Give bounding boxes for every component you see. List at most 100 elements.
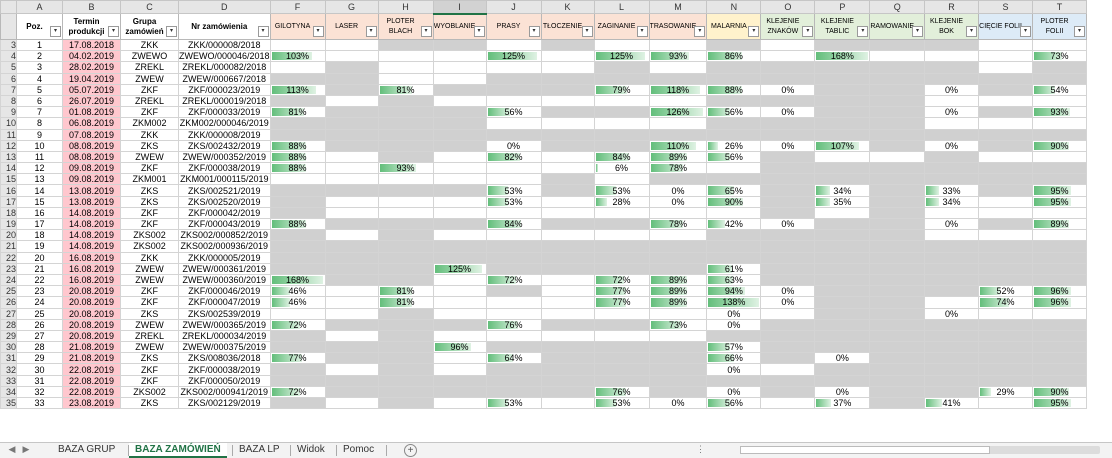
cell-K[interactable] <box>540 273 595 287</box>
cell-S[interactable] <box>978 61 1034 74</box>
column-letter-F[interactable]: F <box>269 0 326 14</box>
cell-J[interactable] <box>485 385 542 399</box>
cell-grupa[interactable]: ZKF <box>120 83 179 96</box>
cell-G[interactable] <box>324 229 379 242</box>
filter-dropdown-icon[interactable]: ▾ <box>581 26 593 37</box>
cell-N[interactable]: 42% <box>706 217 762 231</box>
cell-H[interactable] <box>377 128 434 141</box>
cell-N[interactable]: 56% <box>706 106 762 119</box>
cell-P[interactable] <box>814 251 871 264</box>
cell-G[interactable] <box>324 374 379 387</box>
cell-M[interactable]: 78% <box>648 217 708 231</box>
cell-I[interactable] <box>432 83 487 96</box>
cell-termin[interactable]: 06.08.2019 <box>62 117 121 130</box>
cell-poz[interactable]: 22 <box>16 273 63 287</box>
cell-S[interactable] <box>978 184 1034 197</box>
cell-N[interactable] <box>706 240 762 253</box>
cell-L[interactable] <box>593 240 650 253</box>
cell-J[interactable]: 76% <box>485 318 542 331</box>
cell-termin[interactable]: 09.08.2019 <box>62 173 121 186</box>
cell-G[interactable] <box>324 363 379 376</box>
row-number[interactable]: 15 <box>0 173 17 186</box>
cell-O[interactable] <box>760 273 816 287</box>
cell-N[interactable]: 63% <box>706 273 762 287</box>
filter-dropdown-icon[interactable]: ▾ <box>257 26 269 37</box>
row-number[interactable]: 4 <box>0 50 17 63</box>
cell-P[interactable] <box>814 307 871 320</box>
cell-T[interactable]: 90% <box>1032 385 1088 399</box>
cell-poz[interactable]: 19 <box>16 240 63 253</box>
cell-G[interactable] <box>324 162 379 175</box>
cell-O[interactable] <box>760 251 816 264</box>
cell-T[interactable] <box>1032 173 1088 186</box>
cell-I[interactable] <box>432 206 487 220</box>
cell-L[interactable] <box>593 117 650 130</box>
cell-Q[interactable] <box>869 385 926 399</box>
cell-M[interactable] <box>648 341 708 354</box>
cell-H[interactable] <box>377 229 434 242</box>
cell-R[interactable] <box>924 61 980 74</box>
tab-next-icon[interactable]: ▶ <box>20 444 32 455</box>
cell-M[interactable]: 89% <box>648 273 708 287</box>
cell-grupa[interactable]: ZKS <box>120 195 179 208</box>
cell-I[interactable] <box>432 106 487 119</box>
cell-P[interactable] <box>814 273 871 287</box>
cell-grupa[interactable]: ZKS <box>120 184 179 197</box>
cell-G[interactable] <box>324 94 379 108</box>
row-number[interactable]: 18 <box>0 206 17 220</box>
cell-G[interactable] <box>324 352 379 365</box>
cell-O[interactable]: 0% <box>760 139 816 152</box>
cell-J[interactable] <box>485 128 542 141</box>
cell-poz[interactable]: 28 <box>16 341 63 354</box>
cell-S[interactable] <box>978 94 1034 108</box>
cell-T[interactable]: 89% <box>1032 217 1088 231</box>
cell-J[interactable] <box>485 374 542 387</box>
filter-dropdown-icon[interactable]: ▾ <box>50 26 61 37</box>
cell-termin[interactable]: 16.08.2019 <box>62 273 121 287</box>
cell-Q[interactable] <box>869 184 926 197</box>
cell-R[interactable] <box>924 374 980 387</box>
cell-G[interactable] <box>324 285 379 298</box>
cell-O[interactable] <box>760 374 816 387</box>
cell-H[interactable] <box>377 273 434 287</box>
row-number[interactable]: 26 <box>0 296 17 309</box>
cell-S[interactable] <box>978 162 1034 175</box>
cell-G[interactable] <box>324 72 379 85</box>
cell-I[interactable] <box>432 195 487 208</box>
row-number[interactable] <box>0 13 17 40</box>
cell-R[interactable] <box>924 318 980 331</box>
cell-R[interactable] <box>924 128 980 141</box>
cell-L[interactable] <box>593 329 650 343</box>
cell-nr-zamowienia[interactable]: ZKS/002520/2019 <box>178 195 271 208</box>
cell-nr-zamowienia[interactable]: ZWEW/000352/2019 <box>178 150 271 164</box>
cell-T[interactable]: 90% <box>1032 139 1088 152</box>
cell-poz[interactable]: 1 <box>16 38 63 52</box>
column-letter-N[interactable]: N <box>706 0 762 14</box>
tab-baza-grup[interactable]: BAZA GRUP <box>52 443 121 458</box>
cell-M[interactable] <box>648 307 708 320</box>
cell-nr-zamowienia[interactable]: ZKM002/000046/2019 <box>178 117 271 130</box>
cell-grupa[interactable]: ZKF <box>120 363 179 376</box>
cell-L[interactable]: 76% <box>593 385 650 399</box>
row-number[interactable]: 13 <box>0 150 17 164</box>
select-all-corner[interactable] <box>0 0 17 14</box>
cell-N[interactable]: 0% <box>706 385 762 399</box>
cell-Q[interactable] <box>869 206 926 220</box>
cell-poz[interactable]: 29 <box>16 352 63 365</box>
cell-R[interactable] <box>924 240 980 253</box>
cell-poz[interactable]: 23 <box>16 285 63 298</box>
cell-H[interactable] <box>377 385 434 399</box>
tab-widok[interactable]: Widok <box>291 443 331 458</box>
cell-F[interactable] <box>269 117 326 130</box>
cell-M[interactable]: 78% <box>648 162 708 175</box>
cell-T[interactable]: 73% <box>1032 50 1088 63</box>
cell-grupa[interactable]: ZKS <box>120 396 179 410</box>
filter-dropdown-icon[interactable]: ▾ <box>694 26 706 37</box>
cell-grupa[interactable]: ZKS002 <box>120 240 179 253</box>
row-number[interactable]: 17 <box>0 195 17 208</box>
cell-L[interactable]: 53% <box>593 396 650 410</box>
cell-poz[interactable]: 12 <box>16 162 63 175</box>
cell-R[interactable]: 0% <box>924 307 980 320</box>
cell-O[interactable] <box>760 173 816 186</box>
row-number[interactable]: 28 <box>0 318 17 331</box>
